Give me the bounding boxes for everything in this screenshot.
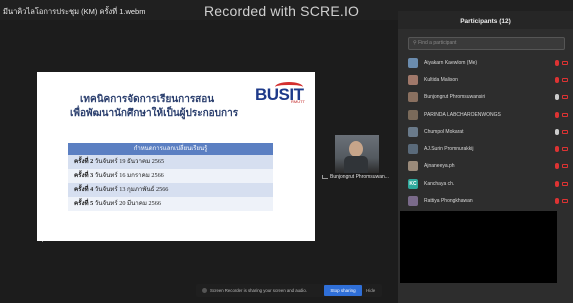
mouse-cursor-icon [42, 236, 45, 242]
microphone-icon [555, 163, 559, 170]
participant-name: Aiyakarn Kaewlom (Me) [424, 59, 478, 66]
schedule-row: ครั้งที่ 3 วันจันทร์ 16 มกราคม 2566 [68, 169, 273, 183]
microphone-icon [555, 59, 559, 66]
camera-icon [562, 60, 568, 65]
participants-title: Participants (12) [460, 18, 511, 25]
participant-row[interactable]: PARINDA LABCHAROENWONGS [408, 106, 568, 123]
participant-row[interactable]: Bunjongrut Phromsuwansiri [408, 89, 568, 106]
microphone-icon [555, 180, 559, 187]
avatar [408, 161, 418, 172]
slide-heading-line1: เทคนิคการจัดการเรียนการสอน [80, 94, 215, 105]
camera-icon [562, 129, 568, 134]
schedule-row-label: ครั้งที่ 4 [74, 186, 94, 193]
microphone-icon [555, 128, 559, 135]
video-overlay-black [400, 211, 557, 283]
participant-list: Aiyakarn Kaewlom (Me) Kultida Malison Bunj… [408, 54, 568, 210]
participant-row[interactable]: Ajnaneeya.ph [408, 158, 568, 175]
recorded-watermark: Recorded with SCRE.IO [204, 3, 360, 19]
video-title: มีนาคิวไลโอการประชุม (KM) ครั้งที่ 1.web… [3, 7, 146, 16]
microphone-icon [555, 76, 559, 83]
schedule-row-date: วันจันทร์ 16 มกราคม 2566 [94, 172, 164, 179]
share-status-text: Screen Recorder is sharing your screen a… [210, 288, 307, 293]
camera-icon [562, 95, 568, 100]
shared-slide: BUSIT RMUTT เทคนิคการจัดการเรียนการสอน เ… [37, 72, 315, 241]
participant-row[interactable]: Rattiya Phongkhawan [408, 192, 568, 209]
stop-sharing-button[interactable]: Stop sharing [324, 285, 362, 296]
camera-icon [562, 147, 568, 152]
participant-row[interactable]: Aiyakarn Kaewlom (Me) [408, 54, 568, 71]
schedule-row-date: วันจันทร์ 13 กุมภาพันธ์ 2566 [94, 186, 169, 193]
participant-name: Kanchaya ch. [424, 180, 455, 187]
screen-share-bar: Screen Recorder is sharing your screen a… [196, 284, 382, 297]
recorder-icon [202, 288, 207, 293]
avatar [408, 92, 418, 103]
schedule-row: ครั้งที่ 2 วันจันทร์ 19 ธันวาคม 2565 [68, 155, 273, 169]
camera-icon [562, 112, 568, 117]
participant-name: PARINDA LABCHAROENWONGS [424, 111, 501, 118]
participant-row[interactable]: KC Kanchaya ch. [408, 175, 568, 192]
avatar [408, 109, 418, 120]
schedule-table-header: กำหนดการแลกเปลี่ยนเรียนรู้ [68, 143, 273, 155]
avatar [408, 74, 418, 85]
schedule-row-date: วันจันทร์ 20 มีนาคม 2566 [94, 200, 161, 207]
participant-row[interactable]: AJ.Surin Promnurakkij [408, 140, 568, 157]
speaker-video-thumbnail[interactable] [335, 135, 379, 173]
schedule-row: ครั้งที่ 5 วันจันทร์ 20 มีนาคม 2566 [68, 197, 273, 211]
avatar [408, 57, 418, 68]
search-placeholder: Find a participant [418, 40, 457, 46]
microphone-icon [555, 146, 559, 153]
participant-name: AJ.Surin Promnurakkij [424, 146, 474, 153]
participant-row[interactable]: Kultida Malison [408, 71, 568, 88]
participant-name: Chumpol Mokarat [424, 128, 464, 135]
signal-icon [322, 174, 328, 179]
participant-name: Bunjongrut Phromsuwansiri [424, 94, 486, 101]
camera-icon [562, 181, 568, 186]
avatar [408, 196, 418, 207]
schedule-row: ครั้งที่ 4 วันจันทร์ 13 กุมภาพันธ์ 2566 [68, 183, 273, 197]
search-icon: ⚲ [413, 40, 417, 46]
microphone-icon [555, 198, 559, 205]
participant-search-input[interactable]: ⚲ Find a participant [408, 37, 565, 50]
slide-heading-line2: เพื่อพัฒนานักศึกษาให้เป็นผู้ประกอบการ [70, 108, 239, 119]
microphone-icon [555, 111, 559, 118]
screen-root: มีนาคิวไลโอการประชุม (KM) ครั้งที่ 1.web… [0, 0, 573, 303]
participant-name: Rattiya Phongkhawan [424, 198, 473, 205]
avatar [408, 126, 418, 137]
camera-icon [562, 164, 568, 169]
avatar: KC [408, 178, 418, 189]
participant-name: Kultida Malison [424, 76, 458, 83]
schedule-row-label: ครั้งที่ 3 [74, 172, 94, 179]
microphone-icon [555, 94, 559, 101]
camera-icon [562, 199, 568, 204]
schedule-row-label: ครั้งที่ 5 [74, 200, 94, 207]
schedule-row-label: ครั้งที่ 2 [74, 158, 94, 165]
participant-row[interactable]: Chumpol Mokarat [408, 123, 568, 140]
participant-name: Ajnaneeya.ph [424, 163, 455, 170]
avatar [408, 144, 418, 155]
schedule-table: กำหนดการแลกเปลี่ยนเรียนรู้ ครั้งที่ 2 วั… [68, 143, 273, 211]
schedule-row-date: วันจันทร์ 19 ธันวาคม 2565 [94, 158, 165, 165]
camera-icon [562, 77, 568, 82]
hide-button[interactable]: Hide [366, 288, 375, 293]
speaker-name-label: Bunjongrut Phromsuwan... [322, 174, 389, 180]
